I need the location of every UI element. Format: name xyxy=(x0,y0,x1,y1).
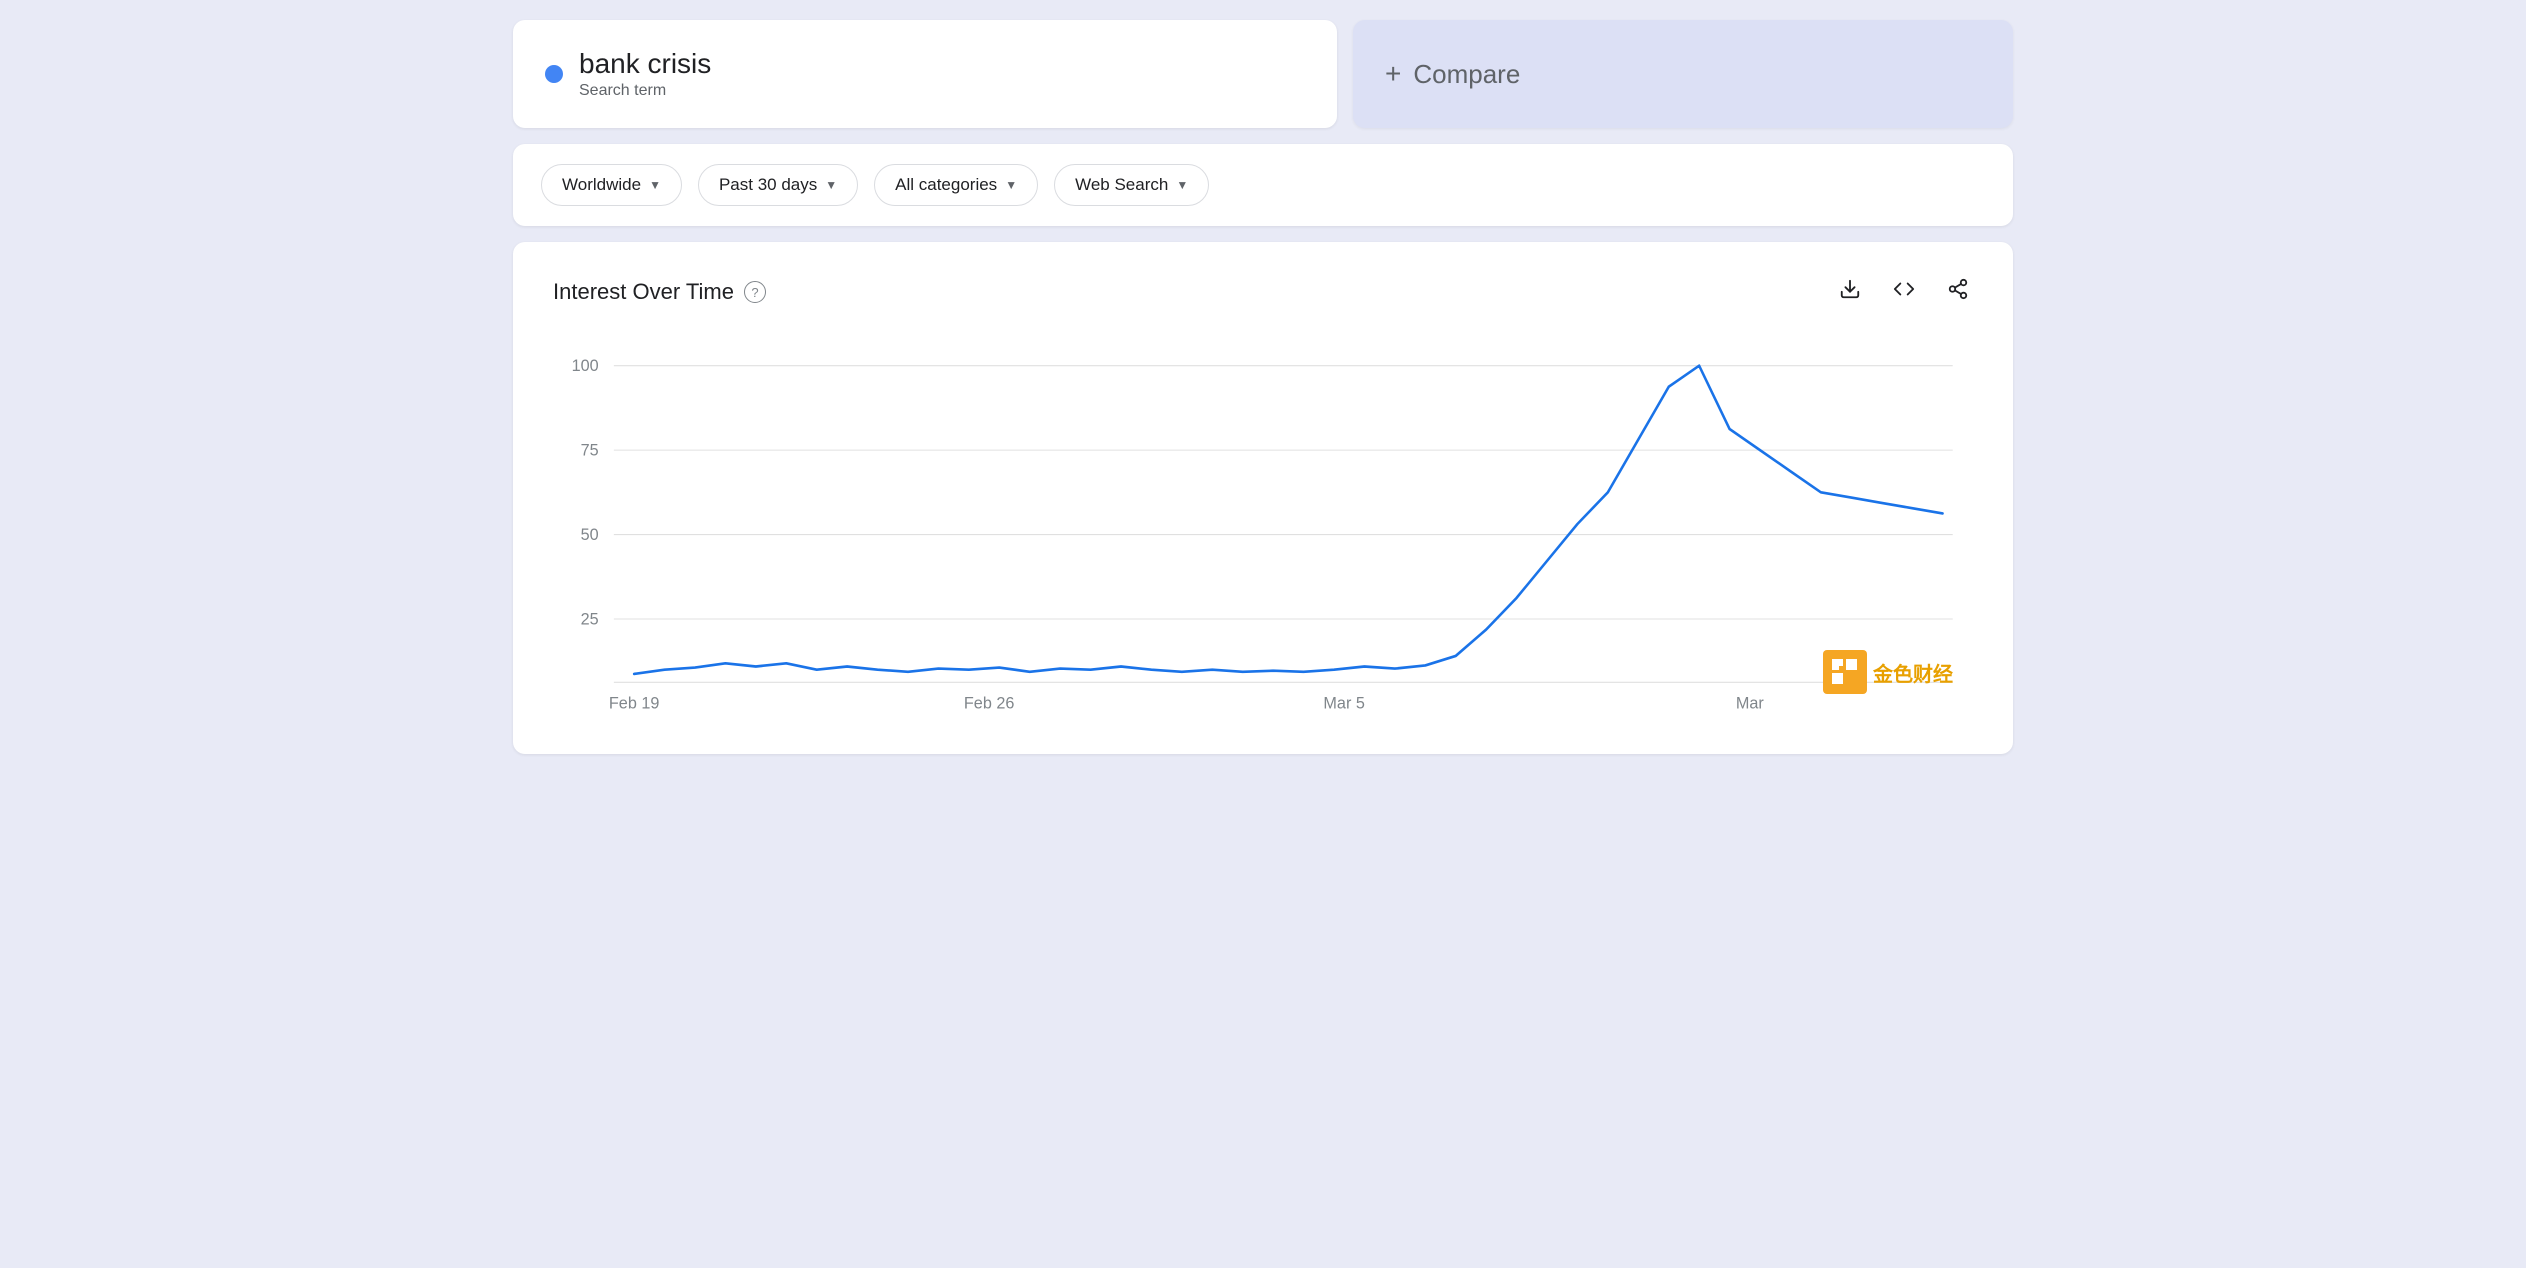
chart-header: Interest Over Time ? xyxy=(553,274,1973,310)
watermark-logo-icon xyxy=(1830,657,1860,687)
svg-text:50: 50 xyxy=(581,525,599,544)
watermark-logo xyxy=(1823,650,1867,694)
chart-container: 100 75 50 25 Feb 19 Feb 26 Mar 5 Mar xyxy=(553,334,1973,714)
svg-text:75: 75 xyxy=(581,440,599,459)
filter-time[interactable]: Past 30 days ▼ xyxy=(698,164,858,206)
watermark: 金色财经 xyxy=(1823,650,1953,694)
download-icon xyxy=(1839,278,1861,300)
svg-text:Feb 26: Feb 26 xyxy=(964,693,1014,712)
svg-text:Mar 5: Mar 5 xyxy=(1323,693,1364,712)
chevron-down-icon: ▼ xyxy=(649,178,661,192)
search-term-text: bank crisis Search term xyxy=(579,48,711,100)
help-text: ? xyxy=(751,285,758,300)
filter-category[interactable]: All categories ▼ xyxy=(874,164,1038,206)
share-icon xyxy=(1947,278,1969,300)
search-term-dot xyxy=(545,65,563,83)
search-term-name: bank crisis xyxy=(579,48,711,80)
page-wrapper: bank crisis Search term + Compare Worldw… xyxy=(513,20,2013,754)
chevron-down-icon: ▼ xyxy=(1176,178,1188,192)
chart-actions xyxy=(1835,274,1973,310)
compare-label: Compare xyxy=(1413,59,1520,90)
svg-text:25: 25 xyxy=(581,609,599,628)
filter-type[interactable]: Web Search ▼ xyxy=(1054,164,1209,206)
svg-text:100: 100 xyxy=(572,356,599,375)
filter-time-label: Past 30 days xyxy=(719,175,817,195)
search-term-card: bank crisis Search term xyxy=(513,20,1337,128)
watermark-text: 金色财经 xyxy=(1873,658,1953,687)
share-button[interactable] xyxy=(1943,274,1973,310)
chart-line xyxy=(634,366,1942,674)
compare-card[interactable]: + Compare xyxy=(1353,20,2013,128)
chevron-down-icon: ▼ xyxy=(1005,178,1017,192)
compare-plus-icon: + xyxy=(1385,60,1401,88)
embed-button[interactable] xyxy=(1889,274,1919,310)
top-row: bank crisis Search term + Compare xyxy=(513,20,2013,128)
interest-chart: 100 75 50 25 Feb 19 Feb 26 Mar 5 Mar xyxy=(553,334,1973,714)
embed-icon xyxy=(1893,278,1915,300)
download-button[interactable] xyxy=(1835,274,1865,310)
chart-card: Interest Over Time ? xyxy=(513,242,2013,754)
chart-title-row: Interest Over Time ? xyxy=(553,279,766,305)
chart-title: Interest Over Time xyxy=(553,279,734,305)
filter-region-label: Worldwide xyxy=(562,175,641,195)
filters-card: Worldwide ▼ Past 30 days ▼ All categorie… xyxy=(513,144,2013,226)
chevron-down-icon: ▼ xyxy=(825,178,837,192)
search-term-label: Search term xyxy=(579,82,711,100)
filter-type-label: Web Search xyxy=(1075,175,1168,195)
svg-text:Feb 19: Feb 19 xyxy=(609,693,659,712)
filter-region[interactable]: Worldwide ▼ xyxy=(541,164,682,206)
help-icon[interactable]: ? xyxy=(744,281,766,303)
filter-category-label: All categories xyxy=(895,175,997,195)
svg-text:Mar: Mar xyxy=(1736,693,1764,712)
